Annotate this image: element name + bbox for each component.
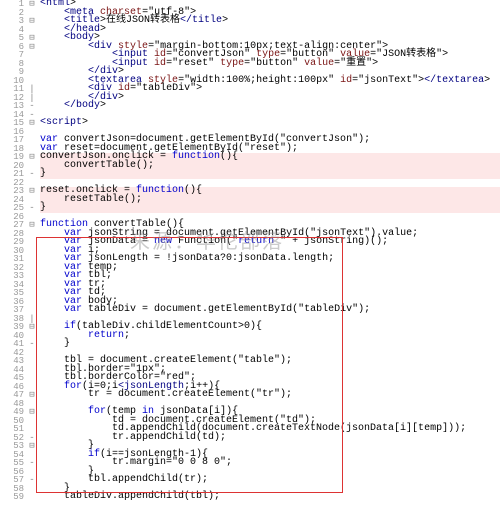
- code-line[interactable]: <title>在线JSON转表格</title>: [40, 17, 500, 26]
- code-line[interactable]: </head>: [40, 26, 500, 35]
- code-line[interactable]: tr = document.createElement("tr");: [40, 391, 500, 400]
- code-line[interactable]: tr.margin="0 0 8 0";: [40, 459, 500, 468]
- code-line[interactable]: resetTable();: [40, 196, 500, 205]
- line-gutter: 1234567891011121314151617181920212223242…: [0, 0, 26, 502]
- code-line[interactable]: var tr;: [40, 281, 500, 290]
- code-line[interactable]: var jsonData = new Function("return " + …: [40, 238, 500, 247]
- code-editor[interactable]: 1234567891011121314151617181920212223242…: [0, 0, 500, 502]
- code-area[interactable]: <html> <meta charset="utf-8"> <title>在线J…: [38, 0, 500, 502]
- code-line[interactable]: }: [40, 170, 500, 179]
- code-line[interactable]: }: [40, 204, 500, 213]
- code-line[interactable]: </div>: [40, 94, 500, 103]
- code-line[interactable]: }: [40, 340, 500, 349]
- code-line[interactable]: [40, 111, 500, 120]
- code-line[interactable]: <script>: [40, 119, 500, 128]
- code-line[interactable]: return;: [40, 332, 500, 341]
- code-line[interactable]: tableDiv.appendChild(tbl);: [40, 493, 500, 502]
- code-line[interactable]: var tbl;: [40, 272, 500, 281]
- fold-gutter[interactable]: ⊟⊟⊟⊟||--⊟⊟-⊟-⊟|⊟-⊟⊟-⊟--: [26, 0, 38, 502]
- code-line[interactable]: var tableDiv = document.getElementById("…: [40, 306, 500, 315]
- code-line[interactable]: convertTable();: [40, 162, 500, 171]
- code-line[interactable]: </body>: [40, 102, 500, 111]
- code-line[interactable]: tbl.appendChild(tr);: [40, 476, 500, 485]
- code-line[interactable]: tr.appendChild(td);: [40, 434, 500, 443]
